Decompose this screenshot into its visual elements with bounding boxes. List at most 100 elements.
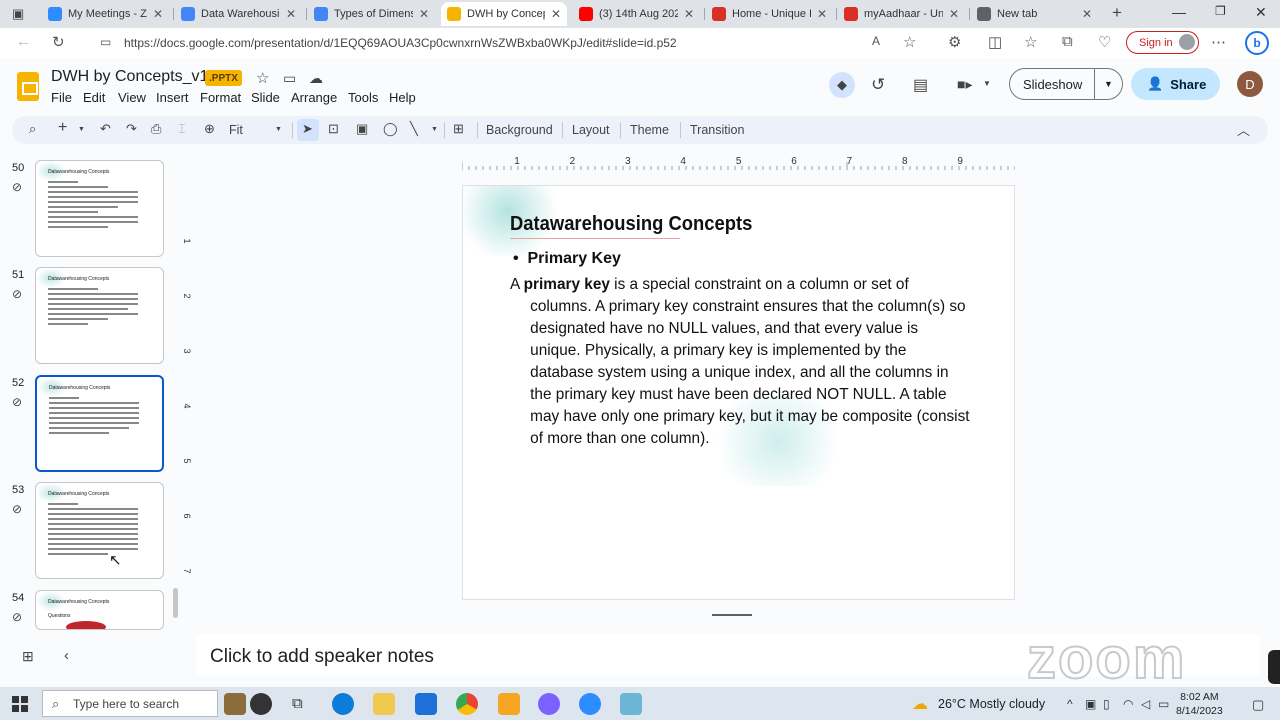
zoom-dropdown-icon[interactable]: ▼: [275, 126, 282, 133]
browser-tab[interactable]: Data Warehousing ✕: [175, 2, 302, 26]
redo-icon[interactable]: ↷: [126, 121, 137, 137]
browser-essentials-icon[interactable]: ♡: [1098, 33, 1111, 51]
favorite-star-icon[interactable]: ☆: [903, 33, 916, 51]
chevron-down-icon[interactable]: ▼: [983, 79, 991, 88]
search-menus-icon[interactable]: ⌕: [29, 121, 36, 137]
speaker-notes-placeholder[interactable]: Click to add speaker notes: [210, 646, 434, 668]
transition-link-icon[interactable]: ⊘: [12, 395, 22, 409]
close-window-icon[interactable]: ✕: [1255, 4, 1267, 21]
transition-link-icon[interactable]: ⊘: [12, 180, 22, 194]
app-icon-window[interactable]: [620, 693, 642, 715]
browser-tab[interactable]: myAadhaar - Uniq ✕: [838, 2, 965, 26]
close-tab-icon[interactable]: ✕: [153, 7, 163, 21]
share-button[interactable]: 👤 Share: [1131, 68, 1220, 100]
weather-text[interactable]: 26°C Mostly cloudy: [938, 697, 1045, 711]
paint-format-icon[interactable]: ⌶: [178, 121, 186, 137]
transition-link-icon[interactable]: ⊘: [12, 610, 22, 624]
side-panel-toggle[interactable]: [1268, 650, 1280, 684]
slide-body-text[interactable]: A primary key is a special constraint on…: [510, 274, 971, 450]
zoom-select[interactable]: Fit: [229, 123, 243, 137]
browser-tab[interactable]: My Meetings - Zo ✕: [42, 2, 169, 26]
collections-icon[interactable]: ⧉: [1062, 33, 1073, 50]
transition-link-icon[interactable]: ⊘: [12, 502, 22, 516]
menu-insert[interactable]: Insert: [156, 90, 189, 105]
insert-image-icon[interactable]: ▣: [356, 121, 368, 137]
close-tab-icon[interactable]: ✕: [684, 7, 694, 21]
more-menu-icon[interactable]: ⋯: [1211, 33, 1226, 51]
windows-start-icon[interactable]: [12, 696, 28, 712]
document-title[interactable]: DWH by Concepts_v1: [51, 68, 208, 86]
print-icon[interactable]: ⎙: [151, 121, 161, 137]
menu-arrange[interactable]: Arrange: [291, 90, 337, 105]
text-box-icon[interactable]: ⊡: [328, 121, 339, 137]
cloud-status-icon[interactable]: ☁: [309, 70, 323, 87]
browser-tab[interactable]: (3) 14th Aug 2023 ✕: [573, 2, 700, 26]
slide-title[interactable]: Datawarehousing Concepts: [510, 213, 752, 236]
close-tab-icon[interactable]: ✕: [551, 7, 561, 21]
reload-icon[interactable]: ↻: [52, 33, 65, 51]
shape-icon[interactable]: ◯: [383, 121, 398, 137]
presenter-chat-icon[interactable]: ◆: [829, 72, 855, 98]
browser-tab[interactable]: Home - Unique Id ✕: [706, 2, 833, 26]
menu-file[interactable]: File: [51, 90, 72, 105]
site-info-icon[interactable]: ▭: [100, 35, 111, 49]
copilot-icon[interactable]: b: [1245, 31, 1269, 55]
slide-thumbnail[interactable]: Datawarehousing Concepts: [35, 375, 164, 472]
filmstrip-scrollbar[interactable]: [173, 588, 178, 618]
app-icon-tools[interactable]: [498, 693, 520, 715]
chrome-icon[interactable]: [456, 693, 478, 715]
background-button[interactable]: Background: [486, 123, 553, 137]
undo-icon[interactable]: ↶: [100, 121, 111, 137]
transition-button[interactable]: Transition: [690, 123, 744, 137]
close-tab-icon[interactable]: ✕: [419, 7, 429, 21]
slideshow-button[interactable]: Slideshow ▼: [1009, 68, 1123, 100]
new-slide-icon[interactable]: +: [58, 119, 67, 137]
grid-view-icon[interactable]: ⊞: [22, 648, 34, 665]
tab-actions-icon[interactable]: ▣: [12, 6, 24, 22]
comments-icon[interactable]: ▤: [913, 75, 928, 95]
zoom-app-icon[interactable]: [579, 693, 601, 715]
tray-device-icon[interactable]: ▯: [1103, 697, 1110, 711]
minimize-icon[interactable]: —: [1172, 4, 1186, 20]
menu-help[interactable]: Help: [389, 90, 416, 105]
add-comment-icon[interactable]: ⊞: [453, 121, 464, 137]
read-aloud-icon[interactable]: A: [872, 34, 880, 48]
menu-tools[interactable]: Tools: [348, 90, 378, 105]
menu-view[interactable]: View: [118, 90, 146, 105]
transition-link-icon[interactable]: ⊘: [12, 287, 22, 301]
app-icon-copilot[interactable]: [538, 693, 560, 715]
notifications-icon[interactable]: ▢: [1252, 697, 1264, 713]
tray-app-icon[interactable]: ▣: [1085, 697, 1096, 711]
browser-tab[interactable]: DWH by Concepts ✕: [441, 2, 567, 26]
new-slide-dropdown-icon[interactable]: ▼: [78, 126, 85, 133]
wifi-icon[interactable]: ◠: [1123, 697, 1133, 711]
app-icon-headphones[interactable]: [250, 693, 272, 715]
slide-thumbnail[interactable]: Datawarehousing Concepts: [35, 267, 164, 364]
taskbar-search[interactable]: ⌕ Type here to search: [42, 690, 218, 717]
close-tab-icon[interactable]: ✕: [286, 7, 296, 21]
edge-browser-icon[interactable]: [332, 693, 354, 715]
menu-edit[interactable]: Edit: [83, 90, 105, 105]
line-dropdown-icon[interactable]: ▼: [431, 126, 438, 133]
favorites-icon[interactable]: ☆: [1024, 33, 1037, 51]
new-tab-icon[interactable]: +: [1112, 3, 1122, 23]
app-icon-game[interactable]: [224, 693, 246, 715]
battery-icon[interactable]: ▭: [1158, 697, 1169, 711]
slide-thumbnail[interactable]: Datawarehousing Concepts Questions: [35, 590, 164, 630]
back-icon[interactable]: ←: [16, 33, 31, 50]
collapse-filmstrip-icon[interactable]: ‹: [64, 647, 69, 664]
layout-button[interactable]: Layout: [572, 123, 610, 137]
slide-thumbnail[interactable]: Datawarehousing Concepts: [35, 482, 164, 579]
show-hidden-icons[interactable]: ^: [1067, 697, 1073, 711]
menu-slide[interactable]: Slide: [251, 90, 280, 105]
slideshow-dropdown-icon[interactable]: ▼: [1094, 69, 1122, 99]
meet-camera-icon[interactable]: ■▸: [957, 76, 972, 93]
file-explorer-icon[interactable]: [373, 693, 395, 715]
collapse-toolbar-icon[interactable]: ︿: [1237, 120, 1250, 139]
browser-tab[interactable]: Types of Dimensio ✕: [308, 2, 435, 26]
version-history-icon[interactable]: ↺: [871, 75, 885, 95]
task-view-icon[interactable]: ⧉: [292, 695, 303, 712]
close-tab-icon[interactable]: ✕: [949, 7, 959, 21]
user-avatar[interactable]: D: [1237, 71, 1263, 97]
split-screen-icon[interactable]: ◫: [988, 33, 1002, 51]
